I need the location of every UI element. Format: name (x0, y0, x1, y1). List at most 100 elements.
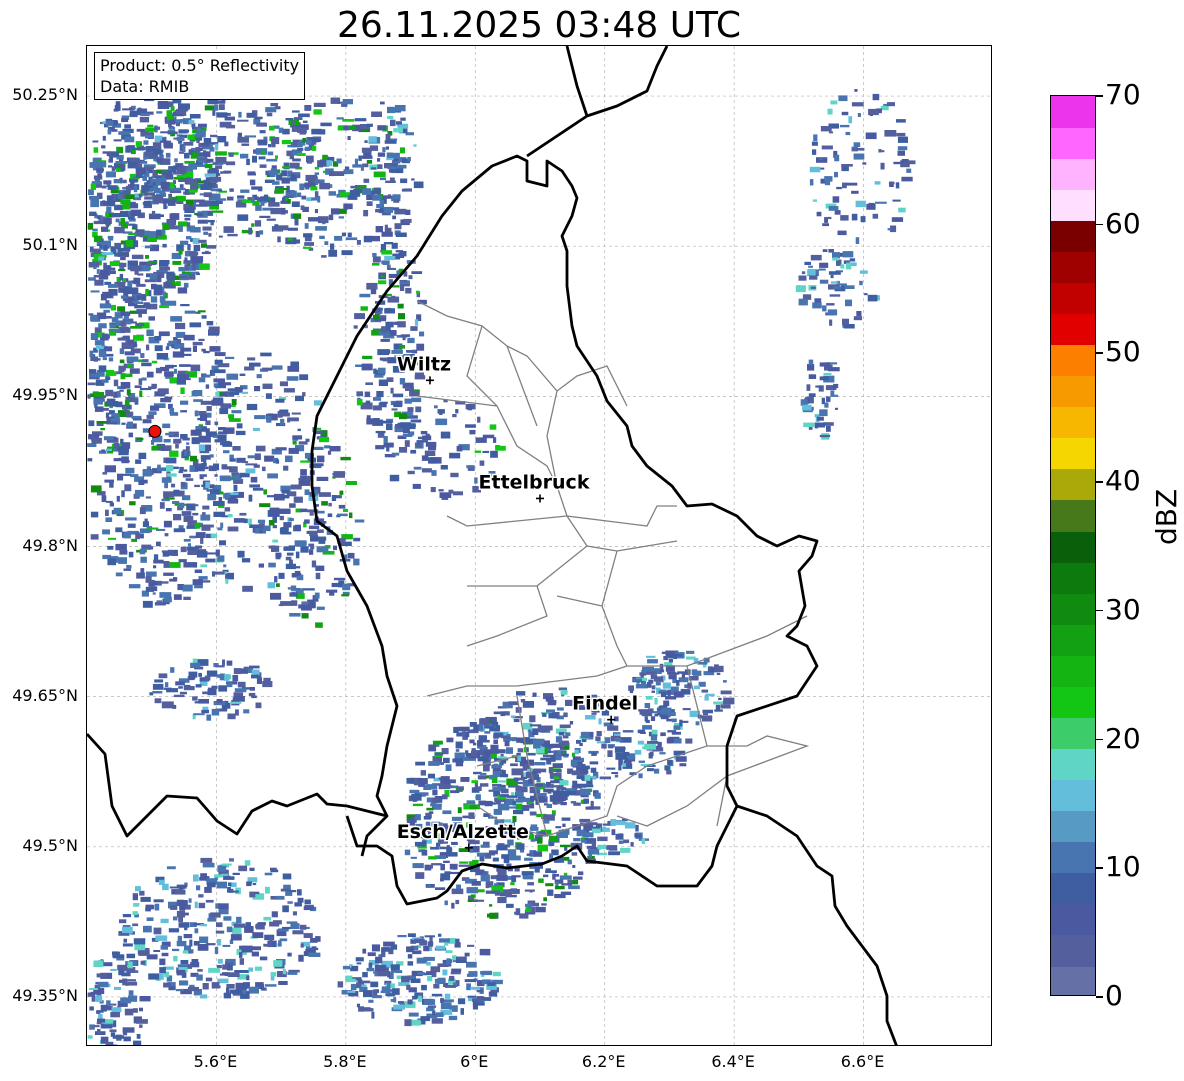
echo-cell (537, 844, 548, 852)
echo-cell (186, 178, 198, 185)
echo-cell (231, 410, 242, 414)
echo-cell (222, 944, 231, 947)
echo-cell (271, 365, 283, 370)
echo-cell (479, 783, 489, 787)
echo-cell (366, 123, 373, 127)
echo-cell (300, 508, 308, 513)
colorbar-segment (1051, 841, 1095, 874)
echo-cell (364, 140, 368, 143)
echo-cell (106, 500, 113, 503)
echo-cell (128, 551, 134, 558)
echo-cell (536, 741, 541, 749)
echo-cell (130, 209, 142, 216)
echo-cell (418, 995, 422, 1002)
echo-cell (114, 986, 121, 990)
echo-cell (127, 523, 136, 528)
echo-cell (122, 943, 133, 947)
echo-cell (842, 251, 854, 258)
echo-cell (252, 487, 264, 491)
echo-cell (489, 775, 500, 778)
echo-cell (96, 423, 104, 426)
echo-cell (671, 731, 681, 735)
echo-cell (178, 140, 183, 144)
echo-cell (903, 160, 916, 165)
echo-cell (414, 814, 421, 821)
echo-cell (511, 768, 524, 776)
echo-cell (324, 445, 331, 449)
echo-cell (532, 692, 537, 697)
echo-cell (438, 489, 444, 492)
echo-cell (337, 981, 344, 988)
echo-cell (146, 329, 154, 336)
echo-cell (607, 750, 613, 757)
echo-cell (386, 446, 390, 452)
echo-cell (127, 339, 134, 345)
echo-cell (110, 418, 119, 422)
echo-cell (128, 990, 134, 996)
echo-cell (304, 223, 309, 229)
echo-cell (413, 779, 419, 786)
echo-cell (597, 836, 608, 842)
echo-cell (127, 961, 133, 969)
echo-cell (194, 928, 199, 934)
echo-cell (113, 507, 122, 515)
echo-cell (723, 697, 735, 705)
echo-cell (270, 867, 277, 871)
echo-cell (223, 493, 231, 499)
echo-cell (375, 445, 385, 450)
echo-cell (673, 738, 682, 744)
echo-cell (162, 223, 170, 231)
echo-cell (286, 376, 299, 381)
echo-cell (233, 518, 245, 523)
echo-cell (400, 178, 408, 184)
echo-cell (555, 826, 562, 829)
echo-cell (316, 546, 329, 553)
echo-cell (297, 897, 304, 903)
echo-cell (266, 112, 273, 117)
echo-cell (239, 373, 246, 376)
echo-cell (828, 271, 841, 275)
echo-cell (830, 274, 834, 279)
echo-cell (166, 271, 175, 277)
echo-cell (103, 1006, 113, 1010)
echo-cell (89, 350, 94, 358)
echo-cell (552, 763, 563, 769)
colorbar-tick-label: 20 (1105, 721, 1141, 755)
echo-cell (186, 546, 197, 551)
echo-cell (173, 172, 185, 175)
echo-cell (502, 735, 511, 739)
echo-cell (229, 701, 242, 704)
echo-cell (91, 996, 96, 1002)
echo-cell (543, 897, 547, 902)
echo-cell (109, 323, 116, 328)
echo-cell (194, 701, 203, 704)
echo-cell (175, 281, 181, 286)
echo-cell (641, 838, 646, 844)
echo-cell (395, 970, 403, 974)
echo-cell (316, 606, 325, 610)
echo-cell (269, 507, 280, 514)
echo-cell (318, 537, 326, 544)
echo-cell (501, 788, 509, 794)
echo-cell (235, 982, 243, 989)
echo-cell (431, 993, 443, 997)
radar-map[interactable]: Wiltz Ettelbruck Findel Esch/Alzette (86, 45, 992, 1046)
radar-figure: 26.11.2025 03:48 UTC Wiltz Ettelbruck Find… (0, 0, 1184, 1081)
echo-cell (251, 674, 258, 679)
echo-cell (303, 933, 313, 938)
echo-cell (288, 545, 295, 550)
echo-cell (136, 1034, 141, 1039)
echo-cell (308, 952, 321, 957)
echo-cell (295, 395, 304, 402)
echo-cell (257, 519, 266, 523)
echo-cell (205, 558, 217, 563)
echo-cell (194, 199, 205, 203)
echo-cell (818, 268, 826, 271)
echo-cell (356, 240, 361, 245)
echo-cell (498, 780, 506, 783)
echo-cell (354, 519, 365, 523)
echo-cell (405, 209, 411, 215)
echo-cell (139, 548, 146, 555)
echo-cell (168, 928, 180, 933)
colorbar-segment (1051, 810, 1095, 843)
